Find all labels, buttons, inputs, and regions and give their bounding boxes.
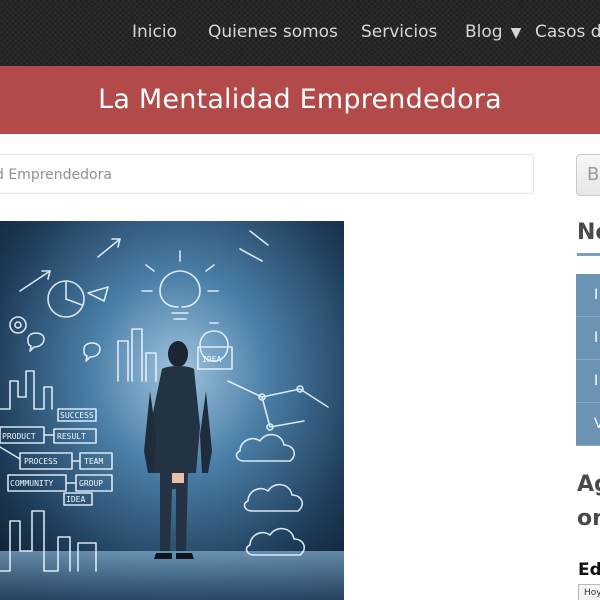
hero-image: SUCCESS PRODUCT RESULT PROCESS TEAM COMM…: [0, 221, 344, 600]
sidebar-heading-secondary-line-1: Ag: [577, 472, 600, 497]
hero-label: IDEA: [66, 495, 85, 504]
sidebar-list-item[interactable]: V: [576, 403, 600, 446]
sidebar-list: I I I V: [576, 274, 600, 446]
sidebar-search-button[interactable]: B: [576, 154, 600, 196]
hero-label: PROCESS: [24, 457, 58, 466]
page: Inicio Quienes somos Servicios Blog ▼ Cas…: [0, 0, 600, 600]
sidebar-heading-recent: No: [577, 220, 600, 245]
hero-label: RESULT: [57, 432, 86, 441]
nav-item-quienes-somos[interactable]: Quienes somos: [208, 0, 338, 66]
nav-item-servicios[interactable]: Servicios: [361, 0, 437, 66]
breadcrumb: d Emprendedora: [0, 154, 534, 194]
hero-label: PRODUCT: [2, 432, 36, 441]
nav-item-inicio[interactable]: Inicio: [132, 0, 177, 66]
sidebar-heading-underline: [577, 253, 600, 256]
sidebar-mini-select[interactable]: Hoy: [578, 584, 600, 600]
sidebar-heading-secondary: Ag on: [577, 468, 600, 536]
page-banner: La Mentalidad Emprendedora: [0, 66, 600, 134]
nav-item-blog-label: Blog: [465, 22, 503, 42]
nav-item-blog[interactable]: Blog ▼: [465, 0, 521, 66]
hero-label: SUCCESS: [60, 411, 94, 420]
nav-item-casos[interactable]: Casos de: [535, 0, 600, 66]
sidebar-list-item[interactable]: I: [576, 317, 600, 360]
businessman-sketch-illustration: SUCCESS PRODUCT RESULT PROCESS TEAM COMM…: [0, 221, 344, 600]
sidebar-list-item[interactable]: I: [576, 274, 600, 317]
top-navigation: Inicio Quienes somos Servicios Blog ▼ Cas…: [0, 0, 600, 66]
breadcrumb-current: d Emprendedora: [0, 167, 112, 183]
sidebar-list-item[interactable]: I: [576, 360, 600, 403]
sidebar-widget-title: Ed: [578, 560, 600, 580]
hero-label: IDEA: [202, 355, 221, 364]
hero-label: COMMUNITY: [10, 479, 54, 488]
page-title: La Mentalidad Emprendedora: [98, 84, 502, 115]
sidebar-heading-secondary-line-2: on: [577, 506, 600, 531]
hero-label: TEAM: [84, 457, 103, 466]
caret-down-icon: ▼: [510, 25, 522, 41]
hero-label: GROUP: [79, 479, 103, 488]
